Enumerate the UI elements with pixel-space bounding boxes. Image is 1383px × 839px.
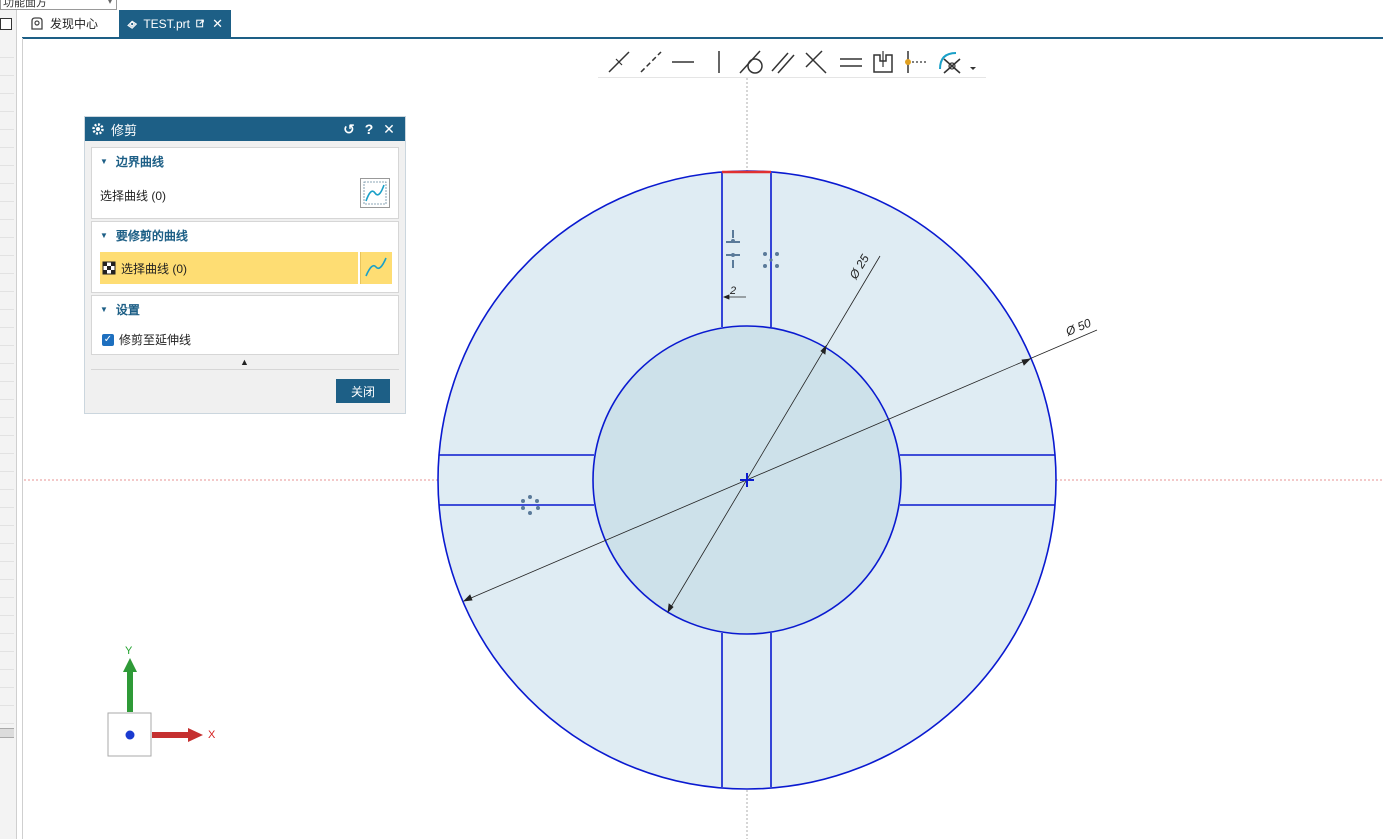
outer-diameter-text: Ø 50 bbox=[1063, 316, 1094, 340]
equal-length-icon[interactable] bbox=[836, 47, 866, 77]
vertical-icon[interactable] bbox=[704, 47, 734, 77]
sketch-constraint-toolbar bbox=[598, 45, 986, 78]
horizontal-icon[interactable] bbox=[668, 47, 698, 77]
boundary-curve-header[interactable]: ▼ 边界曲线 bbox=[100, 153, 164, 170]
curve-to-trim-header[interactable]: ▼ 要修剪的曲线 bbox=[100, 227, 188, 244]
trim-dialog: 修剪 ↺ ? ✕ ▼ 边界曲线 选择曲线 (0) ▼ 要修剪的曲线 选择曲线 (… bbox=[84, 116, 406, 414]
checkered-flag-icon bbox=[102, 261, 116, 275]
trim-icon[interactable] bbox=[934, 47, 964, 77]
settings-header[interactable]: ▼ 设置 bbox=[100, 301, 140, 318]
collapse-icon: ▼ bbox=[100, 231, 108, 240]
y-axis-label: Y bbox=[125, 645, 133, 657]
select-curve-button[interactable] bbox=[360, 178, 390, 208]
settings-group: ▼ 设置 ✓ 修剪至延伸线 bbox=[91, 295, 399, 355]
dialog-divider bbox=[91, 369, 399, 370]
group-heading: 要修剪的曲线 bbox=[115, 229, 188, 243]
close-icon[interactable]: ✕ bbox=[379, 121, 399, 138]
expand-more-icon[interactable]: ▲ bbox=[240, 357, 249, 367]
curve-to-trim-selector[interactable]: 选择曲线 (0) bbox=[100, 252, 358, 284]
collapse-icon: ▼ bbox=[100, 157, 108, 166]
help-icon[interactable]: ? bbox=[359, 121, 379, 137]
perpendicular-dim-icon[interactable] bbox=[604, 47, 634, 77]
curve-icon bbox=[363, 181, 387, 205]
fixed-icon[interactable] bbox=[868, 47, 898, 77]
group-heading: 设置 bbox=[115, 303, 140, 317]
tangent-icon[interactable] bbox=[736, 47, 766, 77]
select-trim-curve-button[interactable] bbox=[360, 252, 392, 284]
gear-icon bbox=[92, 123, 104, 135]
group-heading: 边界曲线 bbox=[115, 155, 164, 169]
more-dropdown-icon[interactable] bbox=[966, 47, 980, 77]
slot-width-text: 2 bbox=[729, 285, 736, 297]
dialog-title: 修剪 bbox=[111, 122, 138, 138]
boundary-select-label: 选择曲线 (0) bbox=[100, 189, 167, 203]
parallel-icon[interactable] bbox=[768, 47, 798, 77]
close-button[interactable]: 关闭 bbox=[336, 379, 390, 403]
boundary-curve-group: ▼ 边界曲线 选择曲线 (0) bbox=[91, 147, 399, 219]
reset-icon[interactable]: ↺ bbox=[339, 121, 359, 138]
trim-to-extension-checkbox[interactable]: ✓ bbox=[102, 333, 114, 346]
trim-select-label: 选择曲线 (0) bbox=[121, 261, 188, 276]
csys-triad[interactable] bbox=[107, 658, 203, 757]
curve-to-trim-group: ▼ 要修剪的曲线 选择曲线 (0) bbox=[91, 221, 399, 293]
collapse-icon: ▼ bbox=[100, 305, 108, 314]
angle-dim-icon[interactable] bbox=[636, 47, 666, 77]
checkbox-label: 修剪至延伸线 bbox=[119, 333, 192, 347]
perpendicular-icon[interactable] bbox=[800, 47, 830, 77]
point-on-curve-icon[interactable] bbox=[900, 47, 930, 77]
trim-to-extension-option[interactable]: ✓ 修剪至延伸线 bbox=[102, 331, 191, 348]
curve-icon bbox=[365, 257, 387, 277]
dialog-titlebar[interactable]: 修剪 ↺ ? ✕ bbox=[85, 117, 405, 141]
x-axis-label: X bbox=[208, 729, 216, 741]
